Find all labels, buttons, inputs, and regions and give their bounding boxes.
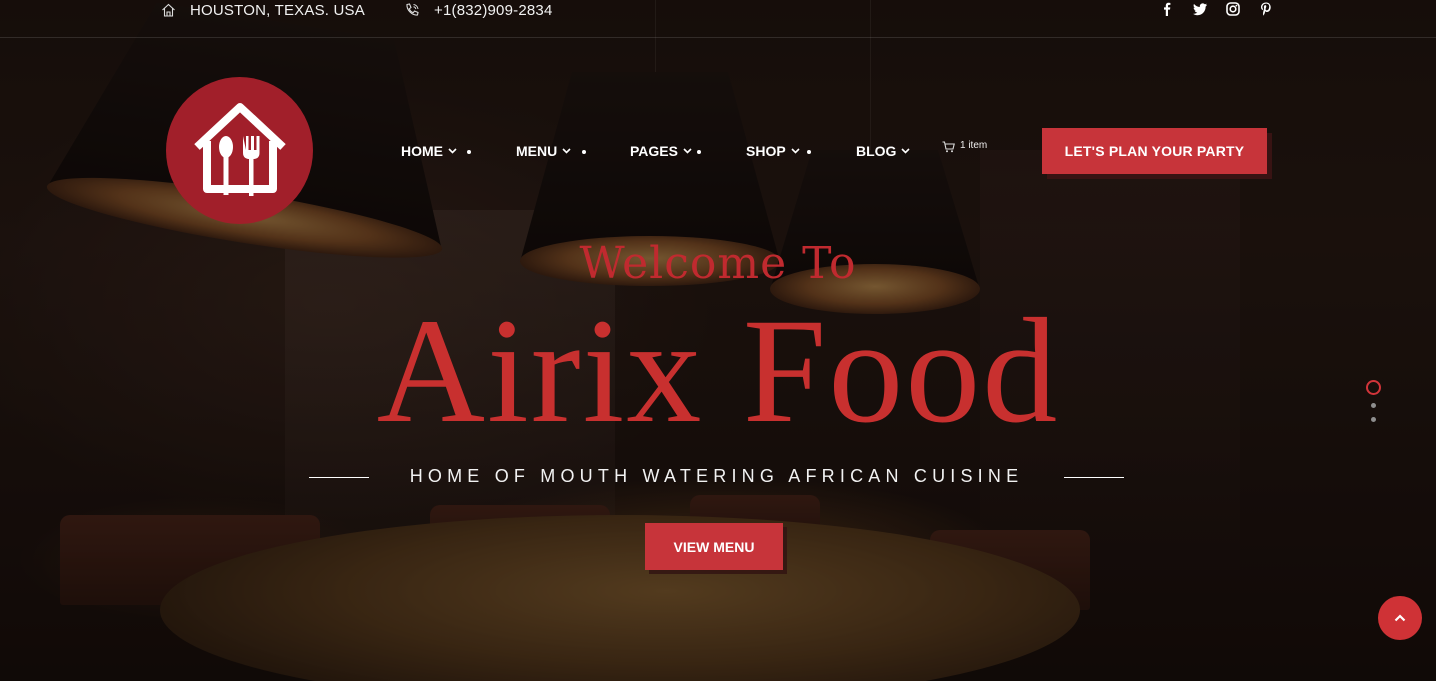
nav-item-menu[interactable]: MENU — [516, 143, 571, 159]
house-fork-spoon-icon — [193, 102, 286, 196]
instagram-icon[interactable] — [1225, 1, 1241, 17]
nav-separator-dot — [807, 150, 811, 154]
plan-party-button[interactable]: LET'S PLAN YOUR PARTY — [1042, 128, 1267, 174]
cart-count: 1 item — [960, 140, 988, 151]
nav-item-blog[interactable]: BLOG — [856, 143, 911, 159]
hero-tagline: HOME OF MOUTH WATERING AFRICAN CUISINE — [409, 466, 1024, 486]
chevron-down-icon — [901, 148, 911, 154]
view-menu-button[interactable]: VIEW MENU — [645, 523, 783, 570]
nav-item-label: PAGES — [630, 143, 678, 159]
phone-info[interactable]: +1(832)909-2834 — [404, 0, 553, 20]
address-text: HOUSTON, TEXAS. USA — [190, 1, 365, 19]
slider-pagination — [1366, 380, 1382, 422]
cart-link[interactable]: 1 item — [942, 140, 988, 153]
slider-dot[interactable] — [1371, 417, 1376, 422]
chevron-down-icon — [683, 148, 692, 154]
hero-welcome-text: Welcome To — [579, 238, 857, 289]
nav-separator-dot — [582, 150, 586, 154]
chevron-down-icon — [448, 148, 457, 154]
phone-text: +1(832)909-2834 — [434, 1, 553, 19]
social-links — [1159, 1, 1274, 17]
address-info: HOUSTON, TEXAS. USA — [161, 0, 365, 20]
nav-separator-dot — [697, 150, 701, 154]
hero-brand-title: Airix Food — [376, 288, 1060, 454]
twitter-icon[interactable] — [1192, 1, 1208, 17]
nav-item-label: BLOG — [856, 143, 897, 159]
nav-item-shop[interactable]: SHOP — [746, 143, 800, 159]
home-icon — [162, 3, 175, 17]
chevron-up-icon — [1394, 614, 1406, 622]
nav-item-home[interactable]: HOME — [401, 143, 457, 159]
chevron-down-icon — [562, 148, 571, 154]
pinterest-icon[interactable] — [1258, 1, 1274, 17]
nav-item-label: MENU — [516, 143, 558, 159]
top-info-bar: HOUSTON, TEXAS. USA +1(832)909-2834 — [0, 0, 1436, 38]
nav-item-label: SHOP — [746, 143, 786, 159]
nav-item-label: HOME — [401, 143, 443, 159]
back-to-top-button[interactable] — [1378, 596, 1422, 640]
slider-dot-active[interactable] — [1366, 380, 1381, 395]
nav-separator-dot — [467, 150, 471, 154]
tagline-divider-right — [1064, 477, 1124, 478]
site-logo[interactable] — [166, 77, 313, 224]
nav-item-pages[interactable]: PAGES — [630, 143, 692, 159]
slider-dot[interactable] — [1371, 403, 1376, 408]
chevron-down-icon — [791, 148, 800, 154]
facebook-icon[interactable] — [1159, 1, 1175, 17]
hero-tagline-row: HOME OF MOUTH WATERING AFRICAN CUISINE — [309, 466, 1124, 488]
cart-icon — [942, 141, 955, 153]
phone-icon — [406, 2, 419, 16]
